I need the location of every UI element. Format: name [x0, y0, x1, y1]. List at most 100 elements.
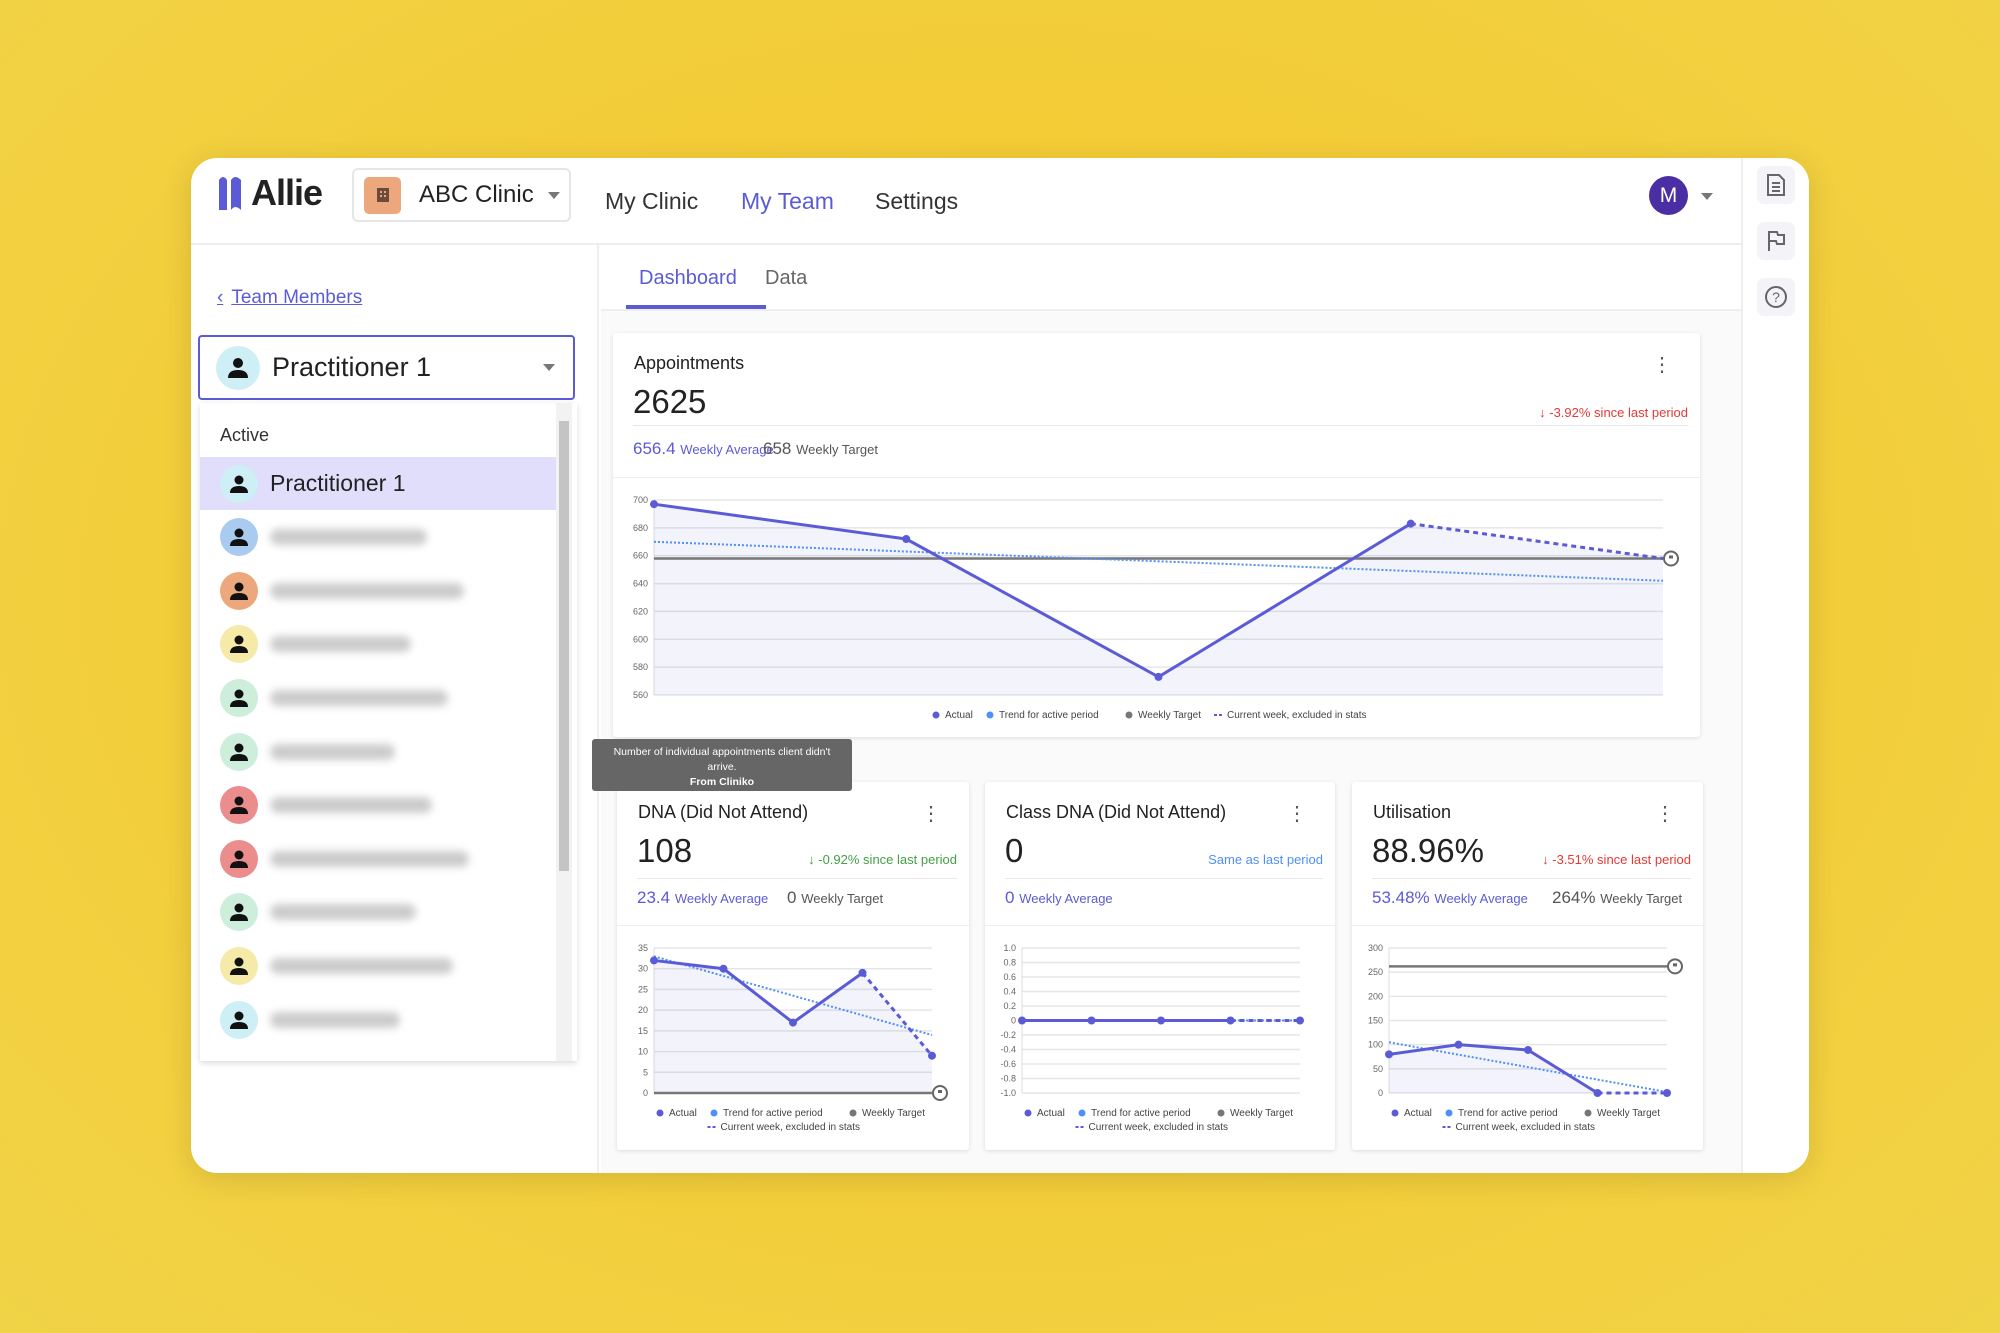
y-tick-label: 100 [1368, 1040, 1383, 1050]
team-members-link[interactable]: ‹ Team Members [217, 287, 362, 309]
blurred-practitioner-name [270, 636, 411, 653]
legend-label: Actual [1404, 1108, 1432, 1119]
practitioner-list-item[interactable] [200, 993, 556, 1046]
data-point [1226, 1016, 1235, 1025]
nav-my-team[interactable]: My Team [741, 188, 834, 215]
user-menu-chevron-icon[interactable] [1701, 193, 1713, 200]
y-tick-label: 300 [1368, 943, 1383, 953]
top-header: Allie ABC Clinic My Clinic My Team Setti… [191, 158, 1741, 245]
nav-settings[interactable]: Settings [875, 188, 958, 215]
metric-card: Appointments ⋮ 2625 ↓ -3.92% since last … [613, 333, 1700, 737]
data-point [719, 964, 728, 973]
blurred-practitioner-name [270, 904, 416, 921]
legend-label: Weekly Target [1138, 710, 1201, 721]
blurred-practitioner-name [270, 957, 453, 974]
person-icon [220, 946, 258, 985]
legend-label: Weekly Target [862, 1108, 925, 1119]
practitioner-list-item[interactable] [200, 832, 556, 885]
logo[interactable]: Allie [217, 172, 323, 214]
y-tick-label: 0.8 [1003, 958, 1016, 968]
person-icon [220, 732, 258, 771]
help-button[interactable]: ? [1757, 278, 1795, 316]
app-window: Allie ABC Clinic My Clinic My Team Setti… [191, 158, 1809, 1173]
current-week-point [1296, 1016, 1304, 1025]
legend-swatch [1217, 1109, 1225, 1117]
legend-swatch [1445, 1109, 1453, 1117]
y-tick-label: 580 [633, 662, 648, 672]
person-icon [220, 893, 258, 932]
blurred-practitioner-name [270, 529, 427, 546]
data-point [1406, 519, 1415, 528]
practitioner-list-item[interactable] [200, 618, 556, 671]
blurred-practitioner-name [270, 797, 432, 814]
data-point [1593, 1089, 1602, 1097]
current-week-point [1663, 1089, 1671, 1097]
legend-swatch [710, 1109, 718, 1117]
legend-swatch [1391, 1109, 1399, 1117]
practitioner-list-item[interactable]: Practitioner 1 [200, 457, 556, 510]
y-tick-label: -0.6 [1000, 1059, 1016, 1069]
practitioner-list-item[interactable] [200, 671, 556, 724]
metric-card: Utilisation ⋮ 88.96% ↓ -3.51% since last… [1352, 782, 1703, 1150]
legend-label: Actual [669, 1108, 697, 1119]
practitioner-list-item[interactable] [200, 564, 556, 617]
line-chart: 35 30 25 20 15 10 5 0 Actual Trend for active per… [638, 943, 948, 1133]
document-icon [1767, 174, 1785, 196]
practitioner-list-item[interactable] [200, 779, 556, 832]
chevron-down-icon [543, 364, 555, 371]
practitioner-name: Practitioner 1 [270, 470, 406, 496]
line-chart: 300 250 200 150 100 50 0 Actual Trend for active… [1368, 943, 1683, 1133]
line-chart: 1.0 0.8 0.6 0.4 0.2 0 -0.2 -0.4 -0.6 -0.8 -1.0 Actu… [1000, 943, 1304, 1133]
scrollbar-thumb[interactable] [559, 421, 569, 871]
practitioner-list-item[interactable] [200, 511, 556, 564]
y-tick-label: 620 [633, 606, 648, 616]
clinic-select[interactable]: ABC Clinic [352, 168, 571, 222]
y-tick-label: 640 [633, 579, 648, 589]
y-tick-label: 560 [633, 690, 648, 700]
data-point [789, 1018, 797, 1027]
line-chart: 700 680 660 640 620 600 580 560 Actual Trend for … [633, 495, 1679, 721]
practitioner-list-item[interactable] [200, 725, 556, 778]
y-tick-label: 0 [1011, 1016, 1016, 1026]
person-icon [220, 518, 258, 557]
right-toolbar: ? [1741, 158, 1809, 1173]
person-icon [220, 625, 258, 664]
person-icon [220, 1000, 258, 1039]
y-tick-label: 25 [638, 984, 648, 994]
tab-data[interactable]: Data [765, 267, 807, 290]
chevron-down-icon [547, 191, 560, 199]
practitioner-list-item[interactable] [200, 886, 556, 939]
building-icon [364, 176, 401, 214]
selected-practitioner: Practitioner 1 [272, 352, 432, 382]
practitioner-select[interactable]: Practitioner 1 [198, 335, 575, 400]
data-point [902, 535, 911, 543]
clinic-name: ABC Clinic [419, 181, 534, 208]
data-point [1157, 1016, 1165, 1025]
nav-my-clinic[interactable]: My Clinic [605, 188, 698, 215]
practitioner-list-item[interactable] [200, 939, 556, 992]
legend-label: Trend for active period [1458, 1108, 1558, 1119]
y-tick-label: 50 [1373, 1064, 1383, 1074]
chevron-left-icon: ‹ [217, 287, 224, 308]
user-avatar[interactable]: M [1649, 176, 1688, 215]
legend-swatch [1584, 1109, 1592, 1117]
current-week-point [928, 1051, 936, 1060]
notes-button[interactable] [1757, 166, 1795, 204]
app-name: Allie [251, 172, 323, 213]
data-point [650, 956, 658, 965]
dropdown-scrollbar[interactable] [556, 403, 572, 1061]
metric-card: Class DNA (Did Not Attend) ⋮ 0 Same as l… [985, 782, 1335, 1150]
legend-label: Trend for active period [723, 1108, 823, 1119]
y-tick-label: 0 [643, 1088, 648, 1098]
y-tick-label: 700 [633, 495, 648, 505]
legend-swatch [1078, 1109, 1086, 1117]
legend-swatch [1125, 711, 1133, 719]
tab-dashboard[interactable]: Dashboard [639, 267, 737, 290]
data-point [650, 500, 658, 509]
tooltip-text: Number of individual appointments client… [613, 746, 831, 773]
flag-button[interactable] [1757, 222, 1795, 260]
legend-label: Weekly Target [1230, 1108, 1293, 1119]
y-tick-label: 15 [638, 1026, 648, 1036]
person-icon [220, 786, 258, 825]
dna-tooltip: Number of individual appointments client… [592, 739, 852, 791]
